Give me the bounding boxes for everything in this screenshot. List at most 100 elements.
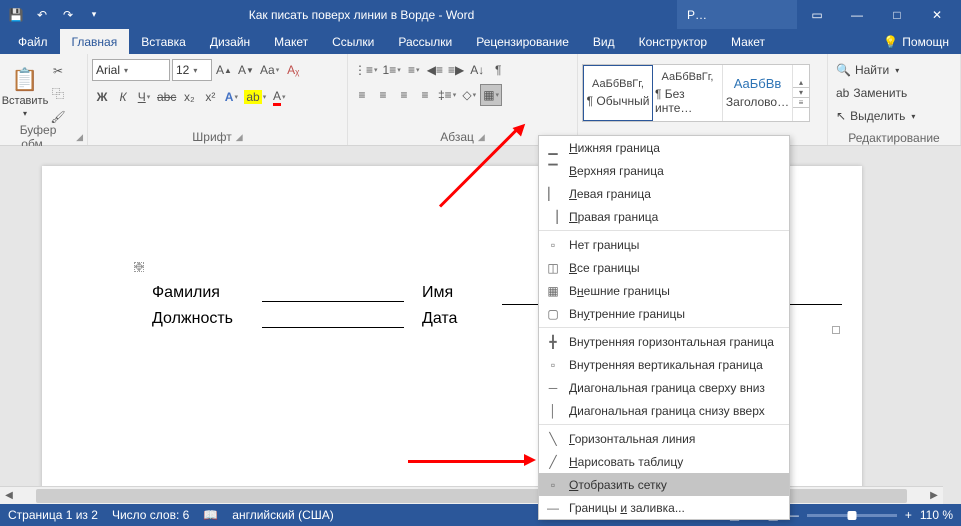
tab-home[interactable]: Главная	[60, 29, 130, 54]
bullets-button[interactable]: ⋮≡▾	[352, 59, 380, 81]
select-button[interactable]: ↖Выделить▾	[836, 106, 952, 126]
copy-button[interactable]: ⿻	[48, 84, 68, 104]
horizontal-scrollbar[interactable]: ◀ ▶	[0, 486, 943, 504]
editing-group-label: Редактирование	[848, 131, 939, 145]
styles-up[interactable]: ▴	[793, 78, 809, 88]
border-menu-item[interactable]: ╋Внутренняя горизонтальная граница	[539, 330, 789, 353]
style-heading[interactable]: АаБбВв Заголово…	[723, 65, 793, 121]
scroll-right-icon[interactable]: ▶	[925, 490, 943, 501]
scroll-left-icon[interactable]: ◀	[0, 490, 18, 501]
text-effects[interactable]: A▾	[221, 86, 241, 108]
dialog-launcher-icon[interactable]: ◢	[236, 132, 243, 143]
underline-button[interactable]: Ч▾	[134, 86, 154, 108]
font-color[interactable]: A▾	[269, 86, 289, 108]
bold-button[interactable]: Ж	[92, 86, 112, 108]
tab-file[interactable]: Файл	[6, 29, 60, 54]
border-menu-item[interactable]: —Границы и заливка...	[539, 496, 789, 519]
language-indicator[interactable]: английский (США)	[232, 508, 333, 522]
subscript-button[interactable]: x₂	[179, 86, 199, 108]
decrease-indent[interactable]: ◀≡	[425, 59, 445, 81]
borders-button[interactable]: ▦▾	[480, 84, 502, 106]
tab-review[interactable]: Рецензирование	[464, 29, 581, 54]
italic-button[interactable]: К	[113, 86, 133, 108]
minimize-button[interactable]: —	[837, 0, 877, 29]
grow-font[interactable]: A▲	[214, 59, 234, 81]
clear-formatting[interactable]: Aᵪ	[283, 59, 303, 81]
numbering-button[interactable]: 1≡▾	[381, 59, 403, 81]
word-count[interactable]: Число слов: 6	[112, 508, 189, 522]
border-menu-item[interactable]: ▫Нет границы	[539, 233, 789, 256]
border-menu-item[interactable]: ▫Внутренняя вертикальная граница	[539, 353, 789, 376]
shading-button[interactable]: ◇▾	[459, 84, 479, 106]
font-name-combo[interactable]: Arial▾	[92, 59, 170, 81]
menu-item-label: Верхняя граница	[569, 164, 664, 178]
cut-button[interactable]: ✂	[48, 61, 68, 81]
border-menu-item[interactable]: ─Диагональная граница сверху вниз	[539, 376, 789, 399]
zoom-in[interactable]: +	[905, 508, 912, 522]
maximize-button[interactable]: □	[877, 0, 917, 29]
save-button[interactable]: 💾	[4, 3, 28, 27]
border-menu-item[interactable]: ▏Левая граница	[539, 182, 789, 205]
style-normal[interactable]: АаБбВвГг, ¶ Обычный	[583, 65, 653, 121]
style-no-spacing[interactable]: АаБбВвГг, ¶ Без инте…	[653, 65, 723, 121]
font-size-combo[interactable]: 12▾	[172, 59, 212, 81]
strike-button[interactable]: abc	[155, 86, 178, 108]
document-area: ✥ Фамилия Имя Должность Дата	[0, 146, 961, 504]
sort-button[interactable]: A↓	[467, 59, 487, 81]
shrink-font[interactable]: A▼	[236, 59, 256, 81]
zoom-level[interactable]: 110 %	[920, 508, 953, 522]
label-name: Имя	[422, 284, 472, 302]
label-date: Дата	[422, 310, 472, 328]
styles-gallery[interactable]: АаБбВвГг, ¶ Обычный АаБбВвГг, ¶ Без инте…	[582, 64, 810, 122]
tell-me[interactable]: 💡Помощн	[883, 29, 961, 54]
align-justify[interactable]: ≡	[415, 84, 435, 106]
styles-down[interactable]: ▾	[793, 88, 809, 98]
highlight-button[interactable]: ab▾	[242, 86, 268, 108]
border-menu-item[interactable]: │Диагональная граница снизу вверх	[539, 399, 789, 422]
tab-mailings[interactable]: Рассылки	[386, 29, 464, 54]
border-menu-item[interactable]: ▕Правая граница	[539, 205, 789, 228]
spellcheck-icon[interactable]: 📖	[203, 508, 218, 522]
align-center[interactable]: ≡	[373, 84, 393, 106]
tab-view[interactable]: Вид	[581, 29, 627, 54]
show-marks[interactable]: ¶	[488, 59, 508, 81]
border-menu-item[interactable]: ╲Горизонтальная линия	[539, 427, 789, 450]
border-menu-item[interactable]: ▁Нижняя граница	[539, 136, 789, 159]
replace-button[interactable]: abЗаменить	[836, 83, 952, 103]
ribbon: 📋 Вставить ▾ ✂ ⿻ 🖌 Буфер обм…◢ Arial▾ 12…	[0, 54, 961, 146]
tab-layout[interactable]: Макет	[262, 29, 320, 54]
page-indicator[interactable]: Страница 1 из 2	[8, 508, 98, 522]
table-anchor-icon[interactable]: ✥	[134, 262, 144, 272]
border-menu-item[interactable]: ▫Отобразить сетку	[539, 473, 789, 496]
tab-references[interactable]: Ссылки	[320, 29, 386, 54]
form-table[interactable]: Фамилия Имя Должность Дата	[152, 276, 472, 328]
line-spacing[interactable]: ‡≡▾	[436, 84, 458, 106]
border-menu-item[interactable]: ◫Все границы	[539, 256, 789, 279]
tab-design[interactable]: Дизайн	[198, 29, 262, 54]
line-input[interactable]	[262, 308, 404, 328]
border-menu-item[interactable]: ▢Внутренние границы	[539, 302, 789, 325]
paste-button[interactable]: 📋 Вставить ▾	[4, 60, 46, 126]
line-input[interactable]	[262, 282, 404, 302]
dialog-launcher-icon[interactable]: ◢	[478, 132, 485, 143]
border-menu-item[interactable]: ▦Внешние границы	[539, 279, 789, 302]
superscript-button[interactable]: x²	[200, 86, 220, 108]
align-right[interactable]: ≡	[394, 84, 414, 106]
close-button[interactable]: ✕	[917, 0, 957, 29]
border-menu-item[interactable]: ╱Нарисовать таблицу	[539, 450, 789, 473]
find-button[interactable]: 🔍Найти▾	[836, 60, 952, 80]
tab-insert[interactable]: Вставка	[129, 29, 198, 54]
multilevel-button[interactable]: ≡▾	[404, 59, 424, 81]
tab-constructor[interactable]: Конструктор	[627, 29, 719, 54]
account-indicator[interactable]: Р…	[677, 0, 717, 29]
ribbon-display-options[interactable]: ▭	[797, 0, 837, 29]
zoom-slider[interactable]	[807, 514, 897, 517]
dialog-launcher-icon[interactable]: ◢	[76, 132, 83, 143]
align-left[interactable]: ≡	[352, 84, 372, 106]
change-case[interactable]: Aa▾	[258, 59, 281, 81]
styles-more[interactable]: ≡	[793, 98, 809, 108]
border-menu-item[interactable]: ▔Верхняя граница	[539, 159, 789, 182]
increase-indent[interactable]: ≡▶	[446, 59, 466, 81]
tab-layout2[interactable]: Макет	[719, 29, 777, 54]
cell-marker	[832, 326, 840, 334]
